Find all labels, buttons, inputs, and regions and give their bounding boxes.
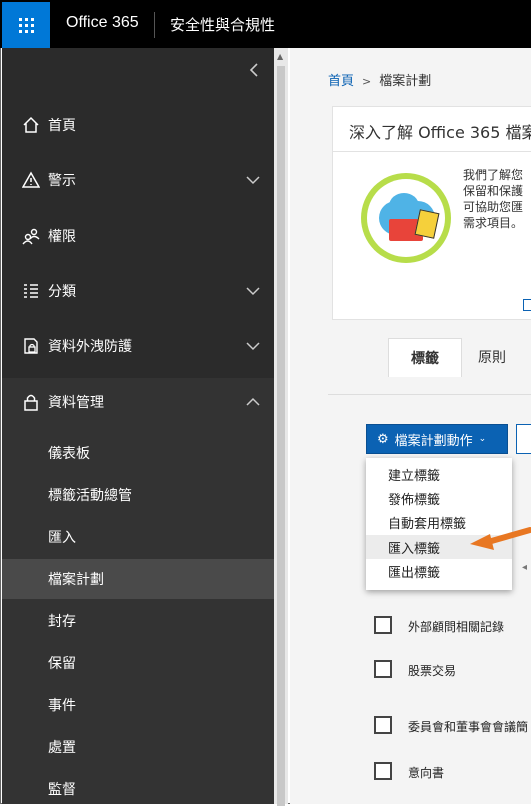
sidebar-item-classification[interactable]: 分類 xyxy=(2,264,274,318)
brand-divider xyxy=(154,12,155,38)
sidebar-item-label: 分類 xyxy=(48,284,76,300)
card-line: 我們了解您 xyxy=(463,168,524,182)
scroll-up-icon[interactable]: ▲ xyxy=(277,52,283,61)
card-line: 可協助您匯 xyxy=(463,200,524,214)
sidebar-subitem-label: 保留 xyxy=(48,656,76,672)
menu-item-label: 匯出標籤 xyxy=(388,565,441,581)
label-name[interactable]: 意向書 xyxy=(408,764,444,781)
row-checkbox[interactable] xyxy=(374,660,392,678)
chevron-left-icon xyxy=(249,63,258,77)
chevron-up-icon xyxy=(246,397,260,406)
card-title: 深入了解 Office 365 檔案 xyxy=(349,123,531,142)
main-content: 首頁 > 檔案計劃 深入了解 Office 365 檔案 我們了解您 保留和保護 可… xyxy=(290,48,531,804)
card-line: 需求項目。 xyxy=(463,216,524,230)
sidebar-item-home[interactable]: 首頁 xyxy=(2,98,274,152)
sidebar-subitem-label: 監督 xyxy=(48,782,76,798)
app-launcher-button[interactable] xyxy=(2,2,50,48)
scrollbar-thumb[interactable] xyxy=(277,66,285,806)
top-bar: Office 365 安全性與合規性 xyxy=(0,0,531,48)
breadcrumb: 首頁 > 檔案計劃 xyxy=(328,70,431,89)
label-name[interactable]: 委員會和董事會會議簡 xyxy=(408,718,528,735)
sidebar-subitem-label: 事件 xyxy=(48,698,76,714)
breadcrumb-current: 檔案計劃 xyxy=(379,74,432,89)
partial-icon: ◂ xyxy=(522,562,528,573)
sidebar-subitem-file-plan[interactable]: 檔案計劃 xyxy=(2,559,274,599)
row-checkbox[interactable] xyxy=(374,716,392,734)
tab-policies[interactable]: 原則 xyxy=(468,338,516,376)
lock-icon xyxy=(20,391,42,413)
card-line: 保留和保護 xyxy=(463,184,524,198)
sidebar-subitem-label: 儀表板 xyxy=(48,446,90,462)
sidebar-subitem-events[interactable]: 事件 xyxy=(2,685,274,725)
sidebar-item-label: 資料管理 xyxy=(48,395,104,411)
chevron-down-icon xyxy=(246,342,260,351)
dlp-icon xyxy=(20,335,42,357)
sidebar-subitem-dashboard[interactable]: 儀表板 xyxy=(2,433,274,473)
secondary-action-button[interactable] xyxy=(516,424,531,454)
menu-item-publish-labels[interactable]: 發佈標籤 xyxy=(366,486,512,510)
row-checkbox[interactable] xyxy=(374,616,392,634)
sidebar-item-label: 權限 xyxy=(48,229,76,245)
row-checkbox[interactable] xyxy=(374,762,392,780)
breadcrumb-home-link[interactable]: 首頁 xyxy=(328,74,354,89)
sidebar-item-dlp[interactable]: 資料外洩防護 xyxy=(2,319,274,373)
file-plan-actions-label: 檔案計劃動作 xyxy=(394,433,473,449)
menu-item-label: 發佈標籤 xyxy=(388,492,441,508)
file-plan-illustration xyxy=(361,173,451,263)
sidebar: 首頁 警示 權限 分類 資料外洩防護 資料管理 儀表板 標籤活動總管 匯入 檔案… xyxy=(2,48,274,804)
callout-arrow-icon xyxy=(470,527,531,550)
sidebar-item-label: 警示 xyxy=(48,173,76,189)
brand-title[interactable]: Office 365 xyxy=(66,14,139,32)
sidebar-subitem-label: 檔案計劃 xyxy=(48,572,104,588)
sidebar-subitem-disposition[interactable]: 處置 xyxy=(2,727,274,767)
menu-item-label: 自動套用標籤 xyxy=(388,516,467,532)
sidebar-subitem-supervision[interactable]: 監督 xyxy=(2,769,274,809)
sidebar-item-label: 資料外洩防護 xyxy=(48,339,132,355)
sidebar-subitem-label: 標籤活動總管 xyxy=(48,488,132,504)
sidebar-subitem-label: 封存 xyxy=(48,614,76,630)
sidebar-item-data-management[interactable]: 資料管理 xyxy=(2,375,274,429)
sidebar-item-label: 首頁 xyxy=(48,118,76,134)
file-plan-actions-button[interactable]: ⚙ 檔案計劃動作 ⌄ xyxy=(366,424,508,454)
classification-icon xyxy=(20,280,42,302)
sidebar-subitem-import[interactable]: 匯入 xyxy=(2,517,274,557)
collapse-sidebar-button[interactable] xyxy=(248,62,260,81)
waffle-icon xyxy=(18,17,34,33)
menu-item-export-labels[interactable]: 匯出標籤 xyxy=(366,559,512,583)
tab-labels[interactable]: 標籤 xyxy=(388,338,462,377)
file-plan-actions-menu: 建立標籤 發佈標籤 自動套用標籤 匯入標籤 匯出標籤 xyxy=(366,458,512,590)
chevron-down-icon xyxy=(246,287,260,296)
tabs: 標籤 原則 xyxy=(328,338,531,378)
label-row[interactable]: 委員會和董事會會議簡 xyxy=(374,708,531,748)
menu-item-label: 匯入標籤 xyxy=(388,541,441,557)
card-divider xyxy=(333,151,531,152)
sidebar-subitem-archive[interactable]: 封存 xyxy=(2,601,274,641)
sidebar-item-permissions[interactable]: 權限 xyxy=(2,209,274,263)
chevron-down-icon xyxy=(246,176,260,185)
sidebar-subitem-label: 匯入 xyxy=(48,530,76,546)
tab-divider xyxy=(328,394,531,395)
info-card: 深入了解 Office 365 檔案 我們了解您 保留和保護 可協助您匯 需求項… xyxy=(332,106,531,320)
menu-item-label: 建立標籤 xyxy=(388,468,441,484)
sidebar-subitem-retention[interactable]: 保留 xyxy=(2,643,274,683)
label-name[interactable]: 外部顧問相關記錄 xyxy=(408,618,504,635)
open-link-icon[interactable] xyxy=(523,299,531,311)
sidebar-item-alerts[interactable]: 警示 xyxy=(2,153,274,207)
label-row[interactable]: 意向書 xyxy=(374,754,531,794)
label-name[interactable]: 股票交易 xyxy=(408,662,456,679)
permissions-icon xyxy=(20,225,42,247)
section-title[interactable]: 安全性與合規性 xyxy=(170,14,275,35)
label-row[interactable]: 股票交易 xyxy=(374,652,531,692)
sidebar-scrollbar[interactable]: ▲ xyxy=(274,48,288,806)
home-icon xyxy=(20,114,42,136)
sidebar-subitem-label-explorer[interactable]: 標籤活動總管 xyxy=(2,475,274,515)
breadcrumb-separator-icon: > xyxy=(362,75,372,88)
card-description: 我們了解您 保留和保護 可協助您匯 需求項目。 xyxy=(463,167,531,231)
warning-icon xyxy=(20,169,42,191)
label-row[interactable]: 外部顧問相關記錄 xyxy=(374,608,531,648)
chevron-down-icon: ⌄ xyxy=(478,434,487,444)
menu-item-create-label[interactable]: 建立標籤 xyxy=(366,462,512,486)
sidebar-subitem-label: 處置 xyxy=(48,740,76,756)
gear-icon: ⚙ xyxy=(377,431,389,447)
